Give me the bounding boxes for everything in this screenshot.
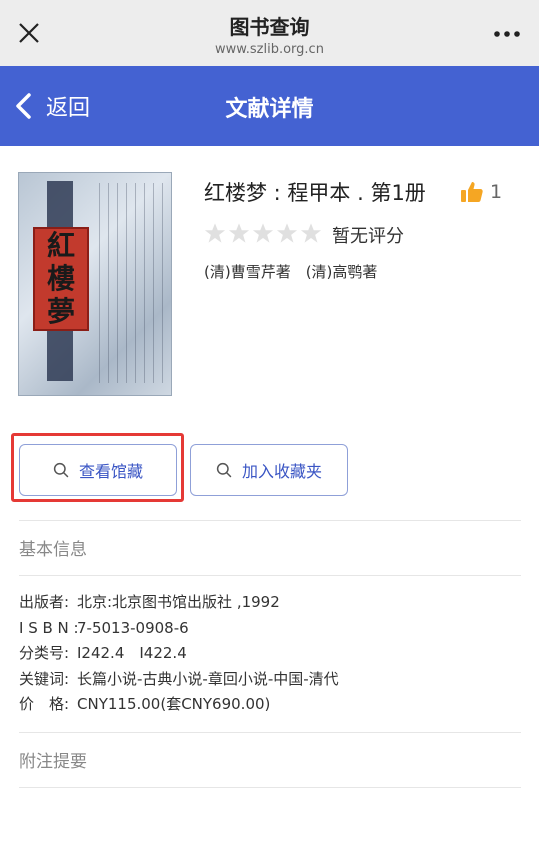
wechat-topbar: 图书查询 www.szlib.org.cn	[0, 0, 539, 66]
basic-info-list: 出版者: 北京:北京图书馆出版社 ,1992 I S B N : 7-5013-…	[19, 590, 339, 718]
thumbs-up-icon	[461, 182, 483, 202]
cover-char: 夢	[46, 295, 75, 328]
page-header: 返回 文献详情	[0, 66, 539, 146]
add-favorites-button[interactable]: 加入收藏夹	[190, 444, 348, 496]
divider	[19, 732, 521, 733]
page-title: 文献详情	[225, 97, 314, 122]
basic-info-title: 基本信息	[19, 540, 87, 560]
view-holdings-label: 查看馆藏	[78, 462, 143, 481]
like-button[interactable]: 1	[460, 180, 502, 204]
cover-char: 樓	[46, 262, 75, 295]
cover-texture	[99, 183, 165, 383]
info-label: 出版者:	[19, 593, 70, 611]
star-icon	[204, 223, 226, 243]
info-row: 关键词: 长篇小说-古典小说-章回小说-中国-清代	[19, 667, 339, 693]
cover-title-box: 紅 樓 夢	[33, 227, 89, 331]
info-row: 出版者: 北京:北京图书馆出版社 ,1992	[19, 590, 339, 616]
book-title: 红楼梦 : 程甲本 . 第1册	[204, 181, 426, 205]
topbar-url: www.szlib.org.cn	[215, 42, 324, 57]
star-icon	[300, 223, 322, 243]
info-row: 分类号: I242.4 I422.4	[19, 641, 339, 667]
like-count: 1	[490, 181, 503, 203]
star-icon	[228, 223, 250, 243]
info-value: 长篇小说-古典小说-章回小说-中国-清代	[77, 669, 339, 688]
add-favorites-label: 加入收藏夹	[241, 462, 322, 481]
topbar-title: 图书查询	[229, 15, 310, 39]
book-authors: (清)曹雪芹著 (清)高鹗著	[204, 263, 378, 281]
info-label: 分类号:	[19, 644, 70, 662]
book-cover[interactable]: 紅 樓 夢	[18, 172, 172, 396]
info-row: 价 格: CNY115.00(套CNY690.00)	[19, 692, 339, 718]
info-value: 7-5013-0908-6	[77, 618, 189, 637]
view-holdings-button[interactable]: 查看馆藏	[19, 444, 177, 496]
info-label: I S B N :	[19, 618, 79, 637]
info-value: 北京:北京图书馆出版社 ,1992	[77, 593, 280, 611]
rating-text: 暂无评分	[332, 226, 404, 247]
info-row: I S B N : 7-5013-0908-6	[19, 616, 339, 642]
cover-char: 紅	[46, 229, 75, 262]
search-icon	[216, 462, 232, 478]
more-icon[interactable]	[493, 30, 521, 38]
star-icon	[276, 223, 298, 243]
info-label: 关键词:	[19, 669, 70, 688]
star-icon	[252, 223, 274, 243]
notes-title: 附注提要	[19, 752, 87, 772]
rating-stars	[204, 222, 324, 244]
search-icon	[53, 462, 69, 478]
info-value: CNY115.00(套CNY690.00)	[77, 695, 271, 713]
info-value: I242.4 I422.4	[77, 644, 187, 662]
divider	[19, 787, 521, 788]
info-label: 价 格:	[19, 695, 70, 713]
divider	[19, 520, 521, 521]
divider	[19, 575, 521, 576]
